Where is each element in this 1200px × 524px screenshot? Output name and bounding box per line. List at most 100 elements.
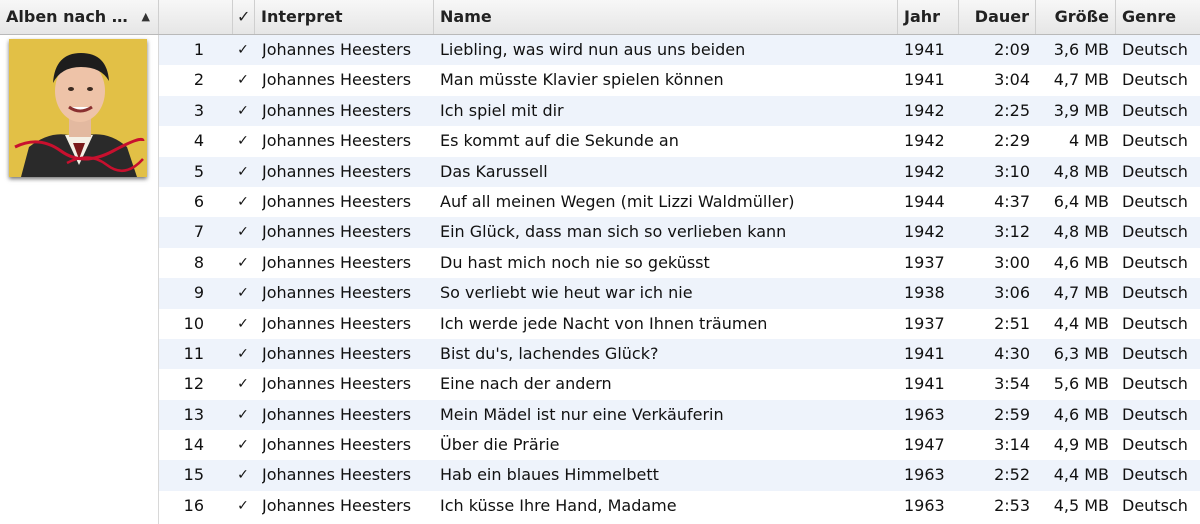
track-number-header[interactable] xyxy=(159,0,233,34)
track-checkbox[interactable]: ✓ xyxy=(235,491,251,521)
track-name: Eine nach der andern xyxy=(440,374,612,394)
track-size: 4,6 MB xyxy=(1053,252,1109,272)
track-row[interactable]: 12 ✓ Johannes Heesters Eine nach der andern… xyxy=(159,369,1200,399)
track-checkbox[interactable]: ✓ xyxy=(235,217,251,247)
track-checkbox[interactable]: ✓ xyxy=(235,369,251,399)
track-row[interactable]: 8 ✓ Johannes Heesters Du hast mich noch nie… xyxy=(159,248,1200,278)
track-year: 1937 xyxy=(904,313,945,333)
track-genre: Deutsch xyxy=(1122,40,1188,59)
track-genre: Deutsch xyxy=(1122,131,1188,151)
sort-updown-icon[interactable]: ▲ xyxy=(142,0,150,34)
track-row[interactable]: 6 ✓ Johannes Heesters Auf all meinen Wegen … xyxy=(159,187,1200,217)
track-checkbox[interactable]: ✓ xyxy=(235,96,251,126)
album-cover[interactable] xyxy=(9,39,147,177)
track-size: 5,6 MB xyxy=(1053,374,1109,394)
track-row[interactable]: 13 ✓ Johannes Heesters Mein Mädel ist nur e… xyxy=(159,399,1200,431)
track-row[interactable]: 7 ✓ Johannes Heesters Ein Glück, dass man s… xyxy=(159,217,1200,248)
duration-header[interactable]: Dauer xyxy=(959,0,1036,34)
track-checkbox[interactable]: ✓ xyxy=(235,430,251,460)
track-row[interactable]: 16 ✓ Johannes Heesters Ich küsse Ihre Hand,… xyxy=(159,491,1200,521)
track-name: Ich spiel mit dir xyxy=(440,100,564,120)
genre-header[interactable]: Genre xyxy=(1116,0,1200,34)
track-genre: Deutsch xyxy=(1122,161,1188,181)
track-artist: Johannes Heesters xyxy=(262,70,412,90)
track-row[interactable]: 11 ✓ Johannes Heesters Bist du's, lachendes… xyxy=(159,338,1200,370)
track-checkbox[interactable]: ✓ xyxy=(235,460,251,490)
track-duration: 2:29 xyxy=(994,131,1030,151)
track-year: 1942 xyxy=(904,161,945,181)
track-name: So verliebt wie heut war ich nie xyxy=(440,283,693,303)
track-size: 4,7 MB xyxy=(1053,70,1109,90)
track-checkbox[interactable]: ✓ xyxy=(235,65,251,95)
track-name: Ein Glück, dass man sich so verlieben ka… xyxy=(440,222,787,242)
album-sort-header[interactable]: Alben nach … ▲ xyxy=(0,0,159,34)
track-duration: 3:06 xyxy=(994,283,1030,303)
track-number: 13 xyxy=(183,404,204,424)
name-header[interactable]: Name xyxy=(434,0,898,34)
track-number: 12 xyxy=(183,374,204,394)
year-header[interactable]: Jahr xyxy=(898,0,959,34)
track-row[interactable]: 5 ✓ Johannes Heesters Das Karussell 1942 3:10… xyxy=(159,156,1200,187)
track-number: 1 xyxy=(193,40,204,59)
track-checkbox[interactable]: ✓ xyxy=(235,248,251,278)
track-checkbox[interactable]: ✓ xyxy=(235,126,251,156)
track-year: 1942 xyxy=(904,222,945,242)
track-number: 9 xyxy=(193,283,204,303)
name-header-label: Name xyxy=(440,7,492,26)
track-artist: Johannes Heesters xyxy=(262,40,412,59)
track-artist: Johannes Heesters xyxy=(262,191,412,211)
track-genre: Deutsch xyxy=(1122,70,1188,90)
track-checkbox[interactable]: ✓ xyxy=(235,35,251,65)
track-row[interactable]: 14 ✓ Johannes Heesters Über die Prärie 1947 3… xyxy=(159,430,1200,460)
track-size: 4,8 MB xyxy=(1053,161,1109,181)
track-duration: 3:12 xyxy=(994,222,1030,242)
track-duration: 3:00 xyxy=(994,252,1030,272)
check-header-label: ✓ xyxy=(237,7,251,26)
artist-header[interactable]: Interpret xyxy=(255,0,434,34)
track-checkbox[interactable]: ✓ xyxy=(235,339,251,369)
check-header[interactable]: ✓ xyxy=(233,0,255,34)
track-genre: Deutsch xyxy=(1122,100,1188,120)
track-artist: Johannes Heesters xyxy=(262,313,412,333)
track-row[interactable]: 4 ✓ Johannes Heesters Es kommt auf die Seku… xyxy=(159,126,1200,156)
track-row[interactable]: 9 ✓ Johannes Heesters So verliebt wie heut … xyxy=(159,278,1200,309)
track-row[interactable]: 1 ✓ Johannes Heesters Liebling, was wird nu… xyxy=(159,35,1200,66)
year-header-label: Jahr xyxy=(904,7,941,26)
track-name: Bist du's, lachendes Glück? xyxy=(440,343,659,363)
track-duration: 4:30 xyxy=(994,343,1030,363)
track-genre: Deutsch xyxy=(1122,283,1188,303)
track-checkbox[interactable]: ✓ xyxy=(235,278,251,308)
track-size: 6,3 MB xyxy=(1053,343,1109,363)
track-row[interactable]: 3 ✓ Johannes Heesters Ich spiel mit dir 1942… xyxy=(159,95,1200,127)
track-duration: 2:59 xyxy=(994,404,1030,424)
track-checkbox[interactable]: ✓ xyxy=(235,400,251,430)
track-duration: 2:25 xyxy=(994,100,1030,120)
track-number: 11 xyxy=(183,343,204,363)
track-duration: 2:51 xyxy=(994,313,1030,333)
track-genre: Deutsch xyxy=(1122,465,1188,485)
track-duration: 3:10 xyxy=(994,161,1030,181)
track-checkbox[interactable]: ✓ xyxy=(235,157,251,187)
track-checkbox[interactable]: ✓ xyxy=(235,187,251,217)
track-row[interactable]: 15 ✓ Johannes Heesters Hab ein blaues Himme… xyxy=(159,460,1200,491)
album-sort-label: Alben nach … xyxy=(6,7,128,26)
track-artist: Johannes Heesters xyxy=(262,283,412,303)
track-number: 5 xyxy=(193,161,204,181)
track-name: Ich werde jede Nacht von Ihnen träumen xyxy=(440,313,768,333)
track-duration: 2:09 xyxy=(994,40,1030,59)
track-row[interactable]: 10 ✓ Johannes Heesters Ich werde jede Nacht… xyxy=(159,309,1200,339)
artist-header-label: Interpret xyxy=(261,7,343,26)
track-year: 1947 xyxy=(904,435,945,455)
track-number: 7 xyxy=(193,222,204,242)
track-size: 3,6 MB xyxy=(1053,40,1109,59)
track-year: 1963 xyxy=(904,465,945,485)
size-header[interactable]: Größe xyxy=(1036,0,1116,34)
track-row[interactable]: 2 ✓ Johannes Heesters Man müsste Klavier sp… xyxy=(159,65,1200,95)
track-name: Hab ein blaues Himmelbett xyxy=(440,465,659,485)
track-artist: Johannes Heesters xyxy=(262,465,412,485)
track-list: 1 ✓ Johannes Heesters Liebling, was wird nu… xyxy=(159,35,1200,521)
track-artist: Johannes Heesters xyxy=(262,343,412,363)
track-number: 16 xyxy=(183,495,204,515)
track-checkbox[interactable]: ✓ xyxy=(235,309,251,339)
track-genre: Deutsch xyxy=(1122,404,1188,424)
